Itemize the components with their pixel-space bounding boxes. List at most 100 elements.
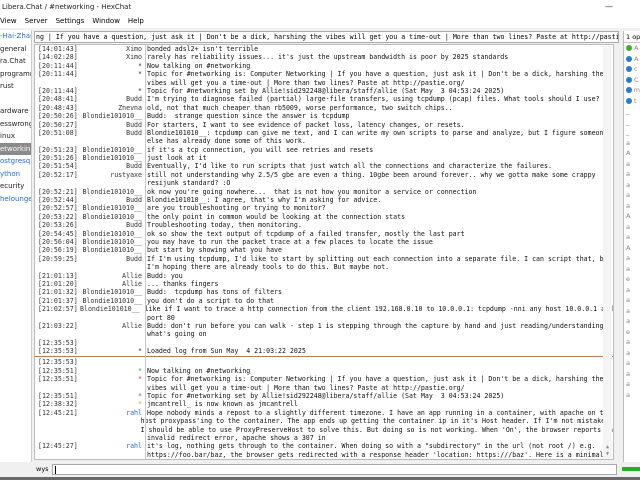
user-item[interactable]: _ [624, 117, 640, 128]
user-item[interactable]: a [624, 222, 640, 233]
channel-item[interactable]: ecurity [0, 180, 31, 193]
nick[interactable]: Blondie101010__ [75, 146, 144, 154]
menu-window[interactable]: Window [92, 15, 120, 28]
chat-line: invalid redirect error, apache shows a 3… [35, 434, 613, 442]
user-item[interactable]: m [624, 85, 640, 96]
nick[interactable]: Ximo [75, 45, 144, 53]
user-item[interactable]: a [624, 180, 640, 191]
nick[interactable]: Allie [75, 272, 144, 280]
nick[interactable]: Blondie101010__ [75, 305, 142, 313]
channel-item[interactable]: rust [0, 80, 31, 93]
user-item[interactable]: e [624, 274, 640, 285]
user-item[interactable]: a [624, 264, 640, 275]
channel-item[interactable]: ardware [0, 105, 31, 118]
chat-line: [20:51:08] Budd Blondie101010__: tcpdump c… [35, 129, 613, 137]
user-item[interactable]: a [624, 295, 640, 306]
menu-help[interactable]: Help [128, 15, 144, 28]
user-name: a [626, 338, 630, 346]
nick[interactable]: Budd [75, 221, 144, 229]
nick[interactable]: Budd [75, 129, 144, 137]
user-item[interactable]: a [624, 390, 640, 401]
user-item[interactable]: a [624, 358, 640, 369]
nick[interactable]: Budd [75, 162, 144, 170]
channel-item[interactable]: inux [0, 130, 31, 143]
user-item[interactable]: a [624, 169, 640, 180]
user-item[interactable]: a [624, 159, 640, 170]
scroll-down-icon[interactable]: ▼ [603, 451, 612, 457]
channel-item[interactable]: -Hai-Zhan [0, 30, 31, 43]
nick[interactable]: rahl [75, 409, 144, 417]
nick[interactable]: Blondie101010__ [75, 204, 144, 212]
nick[interactable]: Budd [75, 196, 144, 204]
user-item[interactable]: a [624, 232, 640, 243]
user-name: a [626, 306, 630, 315]
nick[interactable]: Blondie101010__ [75, 230, 144, 238]
nick [75, 358, 144, 366]
user-item[interactable]: A [624, 43, 640, 54]
nick[interactable]: Budd [75, 255, 144, 263]
timestamp [35, 179, 75, 187]
nick-button[interactable]: wys [36, 463, 49, 476]
channel-item[interactable]: ython [0, 168, 31, 181]
user-item[interactable]: a [624, 138, 640, 149]
user-item[interactable]: _ [624, 106, 640, 117]
user-item[interactable]: t [624, 96, 640, 107]
channel-item[interactable] [0, 93, 31, 106]
timestamp: [21:03:22] [38, 321, 78, 330]
nick[interactable]: Allie [75, 280, 144, 288]
message-input[interactable] [52, 464, 617, 475]
nick[interactable]: Blondie101010__ [75, 288, 144, 296]
user-item[interactable]: a [624, 285, 640, 296]
user-item[interactable]: a [624, 201, 640, 212]
nick[interactable]: Blondie101010__ [75, 188, 144, 196]
channel-item[interactable]: helounge [0, 193, 31, 206]
nick[interactable]: Blondie101010__ [75, 238, 144, 246]
user-item[interactable]: a [624, 306, 640, 317]
nick[interactable]: Blondie101010__ [75, 213, 144, 221]
user-item[interactable]: A [624, 211, 640, 222]
scroll-up-icon[interactable]: ▲ [603, 444, 612, 450]
user-item[interactable]: a [624, 369, 640, 380]
user-item[interactable]: _ [624, 127, 640, 138]
user-item[interactable]: a [624, 348, 640, 359]
nick[interactable]: Blondie101010__ [75, 112, 144, 120]
message-text: Topic for #networking set by Allie!sid29… [147, 392, 505, 401]
user-item[interactable]: A [624, 148, 640, 159]
user-item[interactable]: c [624, 64, 640, 75]
chat-scrollbar[interactable]: ▲ ▼ [603, 46, 612, 458]
user-name: A [626, 149, 631, 157]
nick[interactable]: Blondie101010__ [75, 297, 144, 305]
channel-item[interactable]: general [0, 43, 31, 56]
user-item[interactable]: a [624, 379, 640, 390]
nick[interactable]: Budd [75, 121, 144, 129]
user-item[interactable]: C [624, 75, 640, 86]
user-item[interactable]: e [624, 327, 640, 338]
nick[interactable]: Ximo [75, 53, 144, 61]
user-item[interactable]: a [624, 316, 640, 327]
nick[interactable]: rahl [75, 442, 144, 450]
nick[interactable]: rustyaxe [75, 171, 144, 179]
chat-line: [12:35:51] * Topic for #networking set by … [35, 392, 613, 400]
minimize-button[interactable]: — [600, 0, 618, 15]
nick[interactable]: Blondie101010__ [75, 154, 144, 162]
nick[interactable]: Blondie101010__ [75, 246, 144, 254]
channel-item[interactable]: programm [0, 68, 31, 81]
topic-input[interactable]: ng | If you have a question, just ask it… [34, 31, 619, 43]
user-item[interactable]: a [624, 253, 640, 264]
nick[interactable]: Allie [75, 322, 144, 330]
user-item[interactable]: a [624, 337, 640, 348]
menu-settings[interactable]: Settings [56, 15, 85, 28]
channel-item[interactable]: etworkin [0, 142, 31, 155]
nick[interactable]: Budd [75, 95, 144, 103]
nick[interactable]: Znevna [75, 104, 144, 112]
channel-item[interactable]: esswrong [0, 118, 31, 131]
channel-item[interactable]: ra.Chat [0, 55, 31, 68]
message-text: like if I want to trace a http connectio… [144, 305, 613, 314]
channel-item[interactable]: ostgresq [0, 155, 31, 168]
user-name: a [626, 317, 630, 325]
user-item[interactable]: A [624, 54, 640, 65]
menu-view[interactable]: View [0, 15, 17, 28]
menu-server[interactable]: Server [25, 15, 48, 28]
user-item[interactable]: a [624, 190, 640, 201]
user-item[interactable]: A [624, 243, 640, 254]
